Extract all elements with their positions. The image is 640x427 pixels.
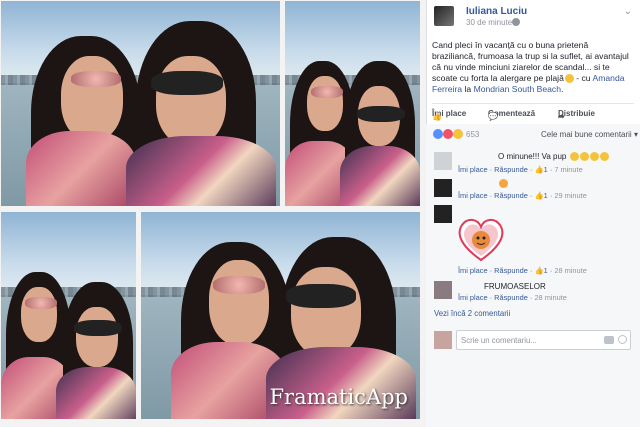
- avatar[interactable]: [434, 6, 454, 26]
- like-button[interactable]: 👍 Îmi place: [432, 109, 466, 121]
- place-link[interactable]: Mondrian South Beach: [474, 84, 561, 94]
- comment-time[interactable]: 28 minute: [534, 293, 566, 302]
- sort-label: Cele mai bune comentarii: [541, 130, 632, 139]
- share-button[interactable]: ➦ Distribuie: [558, 109, 595, 121]
- comment-like-button[interactable]: Îmi place: [458, 266, 488, 275]
- comment-like-count[interactable]: 1: [544, 191, 548, 200]
- share-icon: ➦: [558, 112, 565, 121]
- comment-reply-button[interactable]: Răspunde: [494, 191, 528, 200]
- commenter-avatar[interactable]: [434, 152, 452, 170]
- post-text-with: - cu: [573, 73, 593, 83]
- divider: [432, 103, 634, 104]
- comment-time[interactable]: 29 minute: [554, 191, 586, 200]
- wow-reaction-icon[interactable]: [453, 129, 463, 139]
- sort-comments[interactable]: Cele mai bune comentarii ▾: [541, 130, 638, 139]
- comment-text: FRUMOASELOR: [484, 282, 546, 291]
- emoji-icon: [579, 152, 589, 162]
- comment-input-placeholder: Scrie un comentariu...: [461, 336, 537, 345]
- post-text: Cand pleci în vacanță cu o buna prietenă…: [432, 40, 632, 95]
- emoji-icon: [569, 152, 579, 162]
- comment-sticker-small: [498, 179, 508, 189]
- love-reaction-icon[interactable]: [443, 129, 453, 139]
- author-avatar[interactable]: [434, 6, 454, 26]
- author-name[interactable]: Iuliana Luciu: [466, 6, 527, 17]
- comment-reply-button[interactable]: Răspunde: [494, 293, 528, 302]
- like-icon: 👍: [432, 112, 442, 121]
- current-user-avatar[interactable]: [434, 331, 452, 349]
- comment-icon: 💬: [488, 112, 498, 121]
- photo-2[interactable]: [285, 1, 420, 206]
- comment-text: O minune!!! Va pup: [498, 152, 609, 162]
- comment-text-0: O minune!!! Va pup: [498, 152, 567, 161]
- like-icon: 👍: [534, 165, 544, 174]
- comment-like-button[interactable]: Îmi place: [458, 293, 488, 302]
- photo-1[interactable]: [1, 1, 280, 206]
- comment-like-count[interactable]: 1: [544, 266, 548, 275]
- camera-icon[interactable]: [604, 336, 614, 344]
- photo-4[interactable]: FramaticApp: [141, 212, 420, 419]
- photo-3[interactable]: [1, 212, 136, 419]
- commenter-avatar[interactable]: [434, 205, 452, 223]
- emoji-icon: [589, 152, 599, 162]
- comment-like-button[interactable]: Îmi place: [458, 165, 488, 174]
- like-reaction-icon[interactable]: [433, 129, 443, 139]
- heart-sticker-icon[interactable]: [456, 216, 506, 262]
- post-text-at: la: [462, 84, 474, 94]
- comment-meta: Îmi place · Răspunde · 28 minute: [458, 293, 567, 302]
- comment-time[interactable]: 28 minute: [554, 266, 586, 275]
- chevron-down-icon[interactable]: ⌄: [624, 6, 632, 17]
- comment-like-button[interactable]: Îmi place: [458, 191, 488, 200]
- comment-meta: Îmi place · Răspunde · 👍1 · 29 minute: [458, 191, 587, 200]
- action-bar: 👍 Îmi place 💬 Comentează ➦ Distribuie: [432, 106, 632, 122]
- comment-like-count[interactable]: 1: [544, 165, 548, 174]
- watermark: FramaticApp: [269, 385, 408, 409]
- post-text-end: .: [561, 84, 564, 94]
- comment-time[interactable]: 7 minute: [554, 165, 582, 174]
- globe-icon: [512, 18, 520, 26]
- post-time[interactable]: 30 de minute: [466, 18, 512, 27]
- smiley-icon[interactable]: [618, 335, 627, 344]
- comment-meta: Îmi place · Răspunde · 👍1 · 7 minute: [458, 165, 583, 174]
- like-icon: 👍: [534, 266, 544, 275]
- more-comments-link[interactable]: Vezi încă 2 comentarii: [434, 309, 510, 318]
- commenter-avatar[interactable]: [434, 179, 452, 197]
- comment-reply-button[interactable]: Răspunde: [494, 165, 528, 174]
- sticker-icon: [499, 179, 508, 189]
- commenter-avatar[interactable]: [434, 281, 452, 299]
- photo-collage[interactable]: FramaticApp: [0, 0, 426, 427]
- comment-button[interactable]: 💬 Comentează: [488, 109, 535, 121]
- chevron-down-icon: ▾: [633, 130, 638, 139]
- emoji-icon: [599, 152, 609, 162]
- reaction-count[interactable]: 653: [466, 130, 479, 139]
- comment-reply-button[interactable]: Răspunde: [494, 266, 528, 275]
- like-icon: 👍: [534, 191, 544, 200]
- emoji-icon: [564, 74, 574, 84]
- comment-meta: Îmi place · Răspunde · 👍1 · 28 minute: [458, 266, 587, 275]
